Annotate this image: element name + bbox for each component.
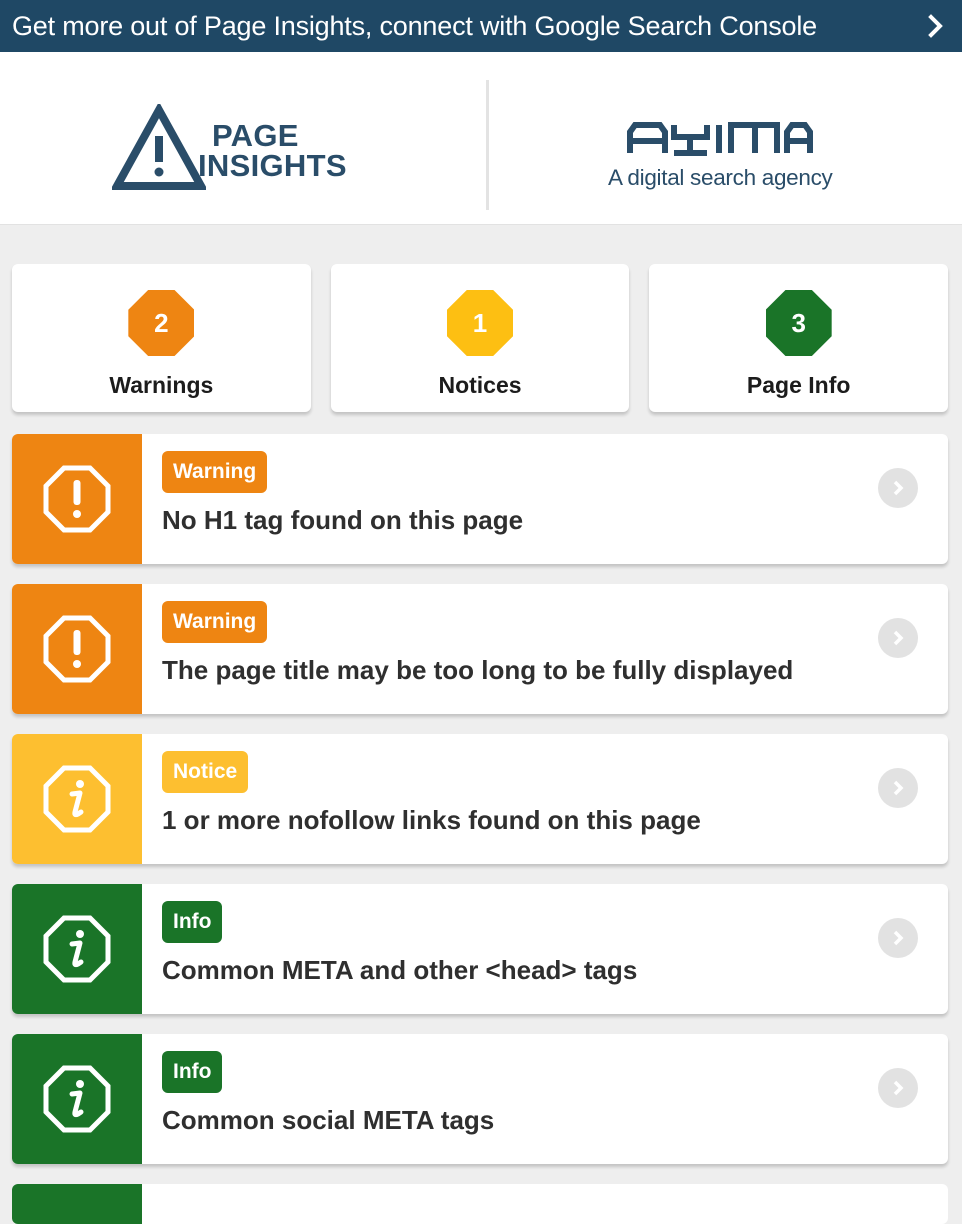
issue-title: No H1 tag found on this page — [162, 505, 524, 535]
issue-row-partial[interactable] — [12, 1184, 948, 1224]
issue-type-badge: Notice — [162, 751, 249, 793]
exclamation-octagon-icon — [43, 615, 111, 683]
notices-count-badge: 1 — [447, 290, 513, 356]
warning-triangle-icon — [112, 104, 206, 190]
page-info-count-badge: 3 — [765, 290, 832, 356]
page-insights-logo: PAGE INSIGHTS — [112, 104, 347, 190]
issue-title: The page title may be too long to be ful… — [162, 655, 794, 685]
logo-word-insights: INSIGHTS — [198, 148, 347, 183]
issue-icon-box — [12, 884, 142, 1014]
issue-icon-box — [12, 584, 142, 714]
issue-type-badge: Info — [162, 1051, 223, 1093]
summary-label-page-info: Page Info — [746, 372, 851, 398]
issue-row-no-h1[interactable]: Warning No H1 tag found on this page — [12, 434, 948, 564]
summary-cards: 2 Warnings 1 Notices 3 Page Info — [12, 264, 949, 412]
info-octagon-icon — [43, 765, 111, 833]
info-octagon-icon — [43, 915, 111, 983]
chevron-right-circle-icon[interactable] — [878, 768, 918, 808]
chevron-right-circle-icon[interactable] — [878, 468, 918, 508]
chevron-right-icon — [928, 14, 943, 38]
issue-type-badge: Warning — [162, 451, 268, 493]
logo-word-page: PAGE — [212, 117, 299, 153]
issue-row-meta-head[interactable]: Info Common META and other <head> tags — [12, 884, 948, 1014]
chevron-right-circle-icon[interactable] — [878, 1068, 918, 1108]
ayima-tagline: A digital search agency — [608, 165, 833, 190]
logo-header: PAGE INSIGHTS A digital search agency — [0, 52, 962, 225]
issue-icon-box — [12, 434, 142, 564]
info-octagon-icon — [43, 1065, 111, 1133]
issue-title: 1 or more nofollow links found on this p… — [162, 805, 701, 835]
ayima-wordmark — [627, 122, 814, 156]
issue-type-badge: Info — [162, 901, 223, 943]
issue-row-title-length[interactable]: Warning The page title may be too long t… — [12, 584, 948, 714]
issue-list: Warning No H1 tag found on this page War… — [12, 434, 948, 1184]
summary-card-notices[interactable]: 1 Notices — [330, 264, 630, 412]
issue-type-badge: Warning — [162, 601, 268, 643]
summary-card-warnings[interactable]: 2 Warnings — [12, 264, 311, 412]
ayima-logo: A digital search agency — [608, 122, 833, 191]
gsc-connect-banner[interactable]: Get more out of Page Insights, connect w… — [0, 0, 962, 52]
chevron-right-circle-icon[interactable] — [878, 918, 918, 958]
banner-text: Get more out of Page Insights, connect w… — [12, 10, 817, 41]
issue-row-social-meta[interactable]: Info Common social META tags — [12, 1034, 948, 1164]
summary-card-page-info[interactable]: 3 Page Info — [649, 264, 949, 412]
issue-icon-box — [12, 734, 142, 864]
issue-icon-box — [12, 1184, 142, 1224]
issue-row-nofollow[interactable]: Notice 1 or more nofollow links found on… — [12, 734, 948, 864]
exclamation-octagon-icon — [43, 465, 111, 533]
issue-title: Common META and other <head> tags — [162, 955, 638, 985]
chevron-right-circle-icon[interactable] — [878, 618, 918, 658]
issue-icon-box — [12, 1034, 142, 1164]
summary-label-warnings: Warnings — [109, 372, 214, 398]
warnings-count-badge: 2 — [128, 290, 195, 356]
header-divider — [486, 80, 489, 210]
summary-label-notices: Notices — [438, 372, 522, 398]
issue-title: Common social META tags — [162, 1105, 495, 1135]
